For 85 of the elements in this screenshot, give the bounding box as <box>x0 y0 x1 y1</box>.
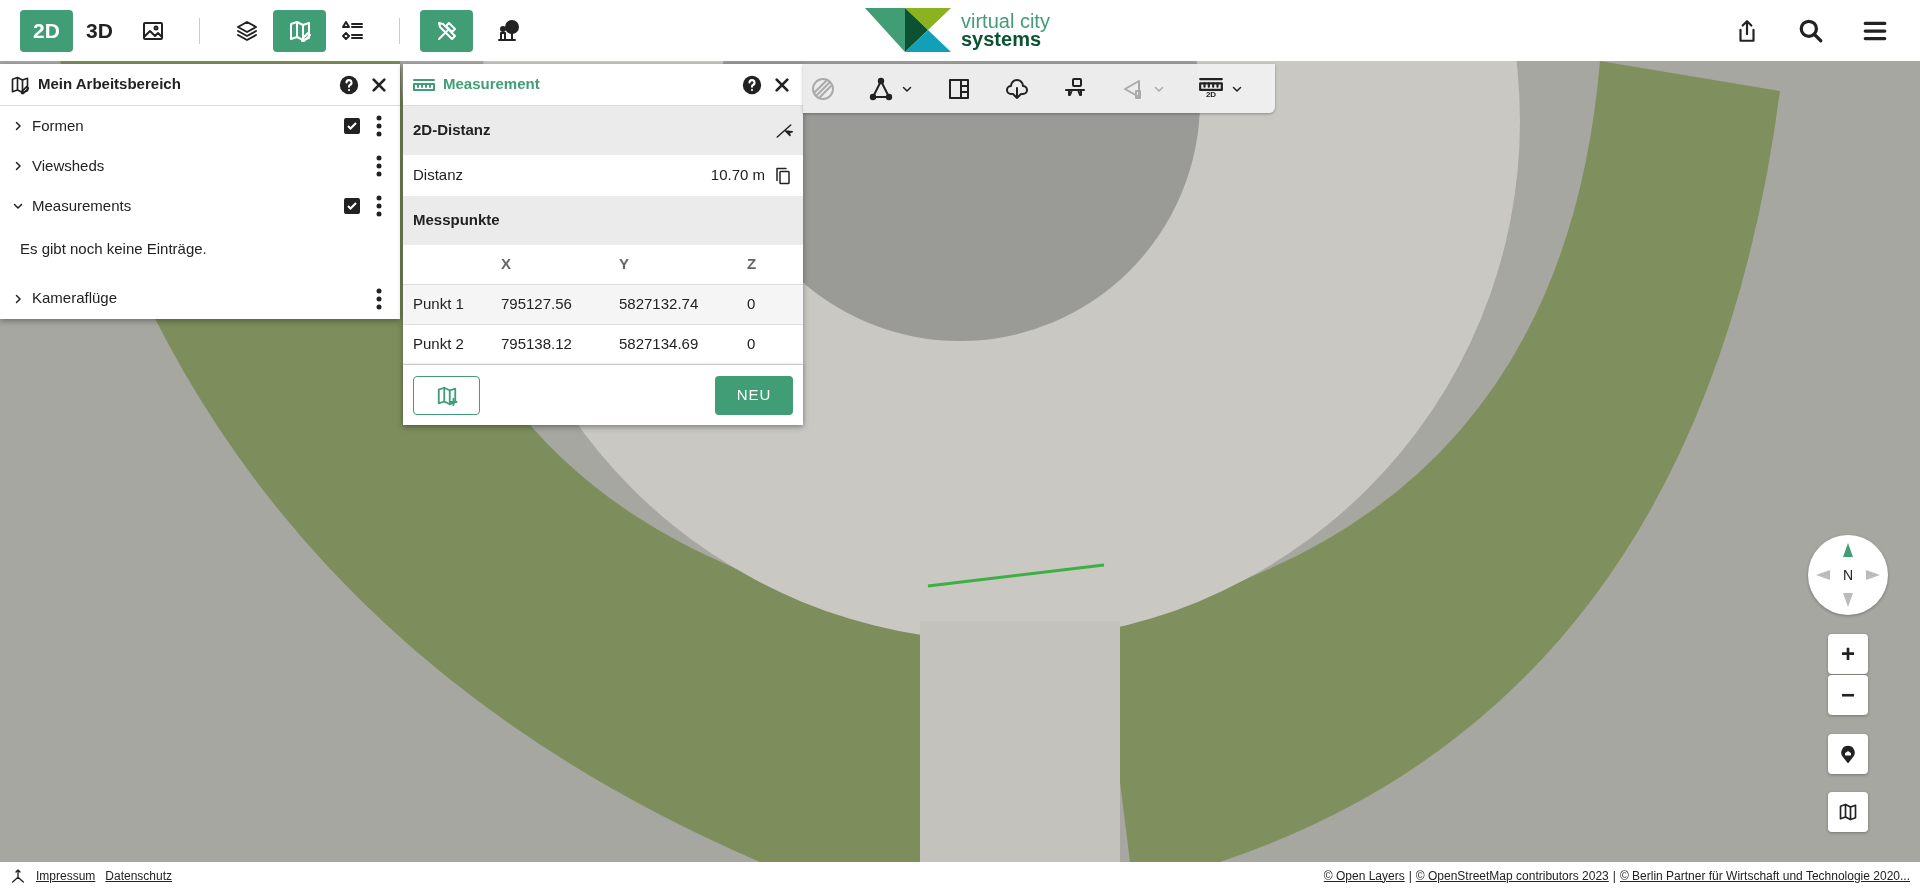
search-icon <box>1798 18 1824 44</box>
help-icon <box>742 74 762 95</box>
kebab-icon <box>376 195 382 217</box>
ruler-icon <box>1199 78 1223 91</box>
help-button[interactable] <box>741 73 763 96</box>
folded-map-icon <box>1838 802 1858 822</box>
more-button[interactable] <box>374 286 384 311</box>
more-button[interactable] <box>374 194 384 218</box>
table-cell-text: 795127.56 <box>501 294 573 315</box>
footer-link[interactable]: Datenschutz <box>105 866 173 885</box>
map-plus-icon <box>435 384 458 407</box>
checkbox[interactable] <box>344 198 360 214</box>
separator-text: | <box>1612 867 1616 885</box>
table-cell-text: 5827132.74 <box>619 294 700 315</box>
copy-icon <box>775 166 791 185</box>
more-button[interactable] <box>374 114 384 138</box>
table-cell-text: 0 <box>747 334 757 355</box>
draw-line-icon <box>775 121 793 140</box>
map-tool-button[interactable]: 2D <box>1199 78 1243 99</box>
logo-text: virtual city <box>961 12 1050 30</box>
add-button[interactable] <box>413 375 480 415</box>
column-header: X <box>501 254 512 275</box>
map-pen-icon <box>10 74 30 95</box>
cloud-download-icon <box>1005 76 1029 101</box>
more-button[interactable] <box>374 154 384 178</box>
compass-label: N <box>1842 565 1854 585</box>
column-header: Y <box>619 254 630 275</box>
north-arrow-icon <box>1843 543 1853 557</box>
compass-arrow-icon <box>1843 593 1853 607</box>
section-title: Messpunkte <box>413 210 500 231</box>
panel-title: Measurement <box>443 74 541 95</box>
tools-button[interactable] <box>420 9 473 52</box>
map-tool-button[interactable] <box>869 76 913 101</box>
tree-person-icon <box>495 18 520 43</box>
item-label[interactable]: Formen <box>32 114 344 138</box>
separator-text: | <box>1408 867 1412 885</box>
logo-icon <box>865 8 953 52</box>
home-button[interactable] <box>1828 734 1868 774</box>
kebab-icon <box>376 155 382 177</box>
item-label[interactable]: Kameraflüge <box>32 287 374 310</box>
split-panel-icon <box>947 76 971 101</box>
check-icon <box>346 200 358 212</box>
close-icon <box>774 76 790 93</box>
help-button[interactable] <box>338 73 360 96</box>
help-icon <box>339 74 359 95</box>
table-cell-text: 5827134.69 <box>619 334 700 355</box>
section-title: 2D-Distanz <box>413 120 492 141</box>
column-header: Z <box>747 254 758 275</box>
triangle-nodes-icon <box>869 76 893 101</box>
map-pen-icon <box>287 18 312 43</box>
hatched-circle-icon <box>811 76 835 101</box>
attribution-link[interactable]: © Berlin Partner für Wirtschaft und Technologie 2020... <box>1619 866 1910 885</box>
attribution-link[interactable]: © Open Layers <box>1323 866 1405 885</box>
empty-message: Es gibt noch keine Einträge. <box>19 239 208 259</box>
home-pin-icon <box>1839 744 1857 764</box>
map-tool-button[interactable] <box>947 76 971 101</box>
zoom-out-button[interactable]: − <box>1828 675 1868 715</box>
item-label[interactable]: Viewsheds <box>32 154 374 178</box>
map-button[interactable] <box>1828 792 1868 832</box>
ruler-icon <box>413 78 435 91</box>
view-3d-button[interactable]: 3D <box>73 9 126 52</box>
layers-icon <box>234 18 259 43</box>
map-tool-button[interactable] <box>1005 76 1029 101</box>
zoom-in-button[interactable]: + <box>1828 634 1868 674</box>
table-cell-text: Punkt 1 <box>413 294 465 315</box>
distance-value: 10.70 m <box>710 165 765 186</box>
table-cell-text: Punkt 2 <box>413 334 465 355</box>
item-label[interactable]: Measurements <box>32 194 344 218</box>
close-icon <box>371 76 387 93</box>
footer-link[interactable]: Impressum <box>36 866 96 885</box>
axes-icon <box>10 867 26 884</box>
table-cell-text: 0 <box>747 294 757 315</box>
kebab-icon <box>376 287 382 310</box>
table-cell-text: 795138.12 <box>501 334 573 355</box>
kebab-icon <box>376 115 382 137</box>
panel-title: Mein Arbeitsbereich <box>38 74 182 95</box>
compass-arrow-icon <box>1816 570 1830 580</box>
compass-arrow-icon <box>1866 570 1880 580</box>
logo-text: systems <box>961 30 1042 48</box>
checkbox[interactable] <box>344 118 360 134</box>
attribution-link[interactable]: © OpenStreetMap contributors 2023 <box>1415 866 1609 885</box>
icon-caption: 2D <box>1205 91 1217 99</box>
shapes-list-icon <box>340 18 365 43</box>
check-icon <box>346 120 358 132</box>
distance-label: Distanz <box>413 165 465 186</box>
